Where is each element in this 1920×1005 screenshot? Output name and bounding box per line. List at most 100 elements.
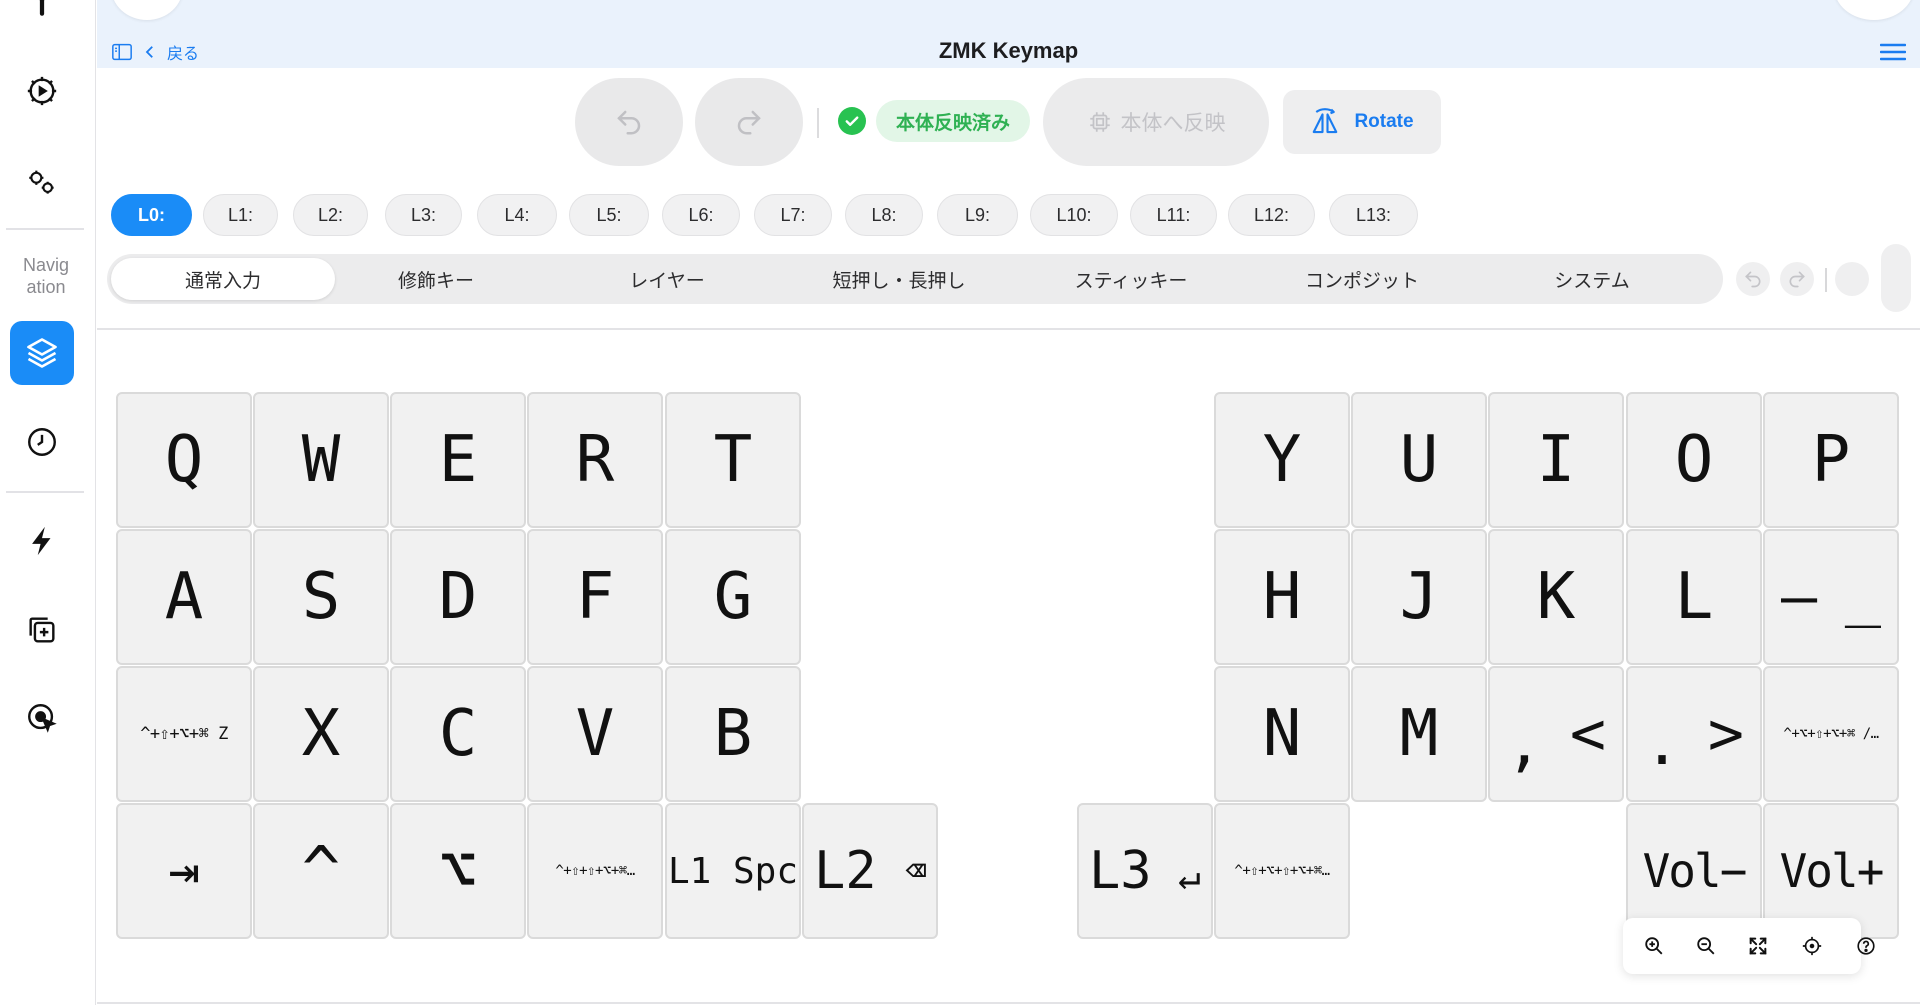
key-t[interactable]: T <box>665 392 801 528</box>
layer-tab-l12[interactable]: L12: <box>1228 194 1315 236</box>
layer-tab-l8[interactable]: L8: <box>845 194 923 236</box>
category-tab-3[interactable]: 短押し・長押し <box>788 258 1010 300</box>
menu-icon[interactable] <box>1880 42 1906 62</box>
key-k[interactable]: K <box>1488 529 1624 665</box>
key-minus[interactable]: – _ <box>1763 529 1899 665</box>
key-alt[interactable]: ⌥ <box>390 803 526 939</box>
gear-play-icon[interactable] <box>14 63 70 119</box>
mini-redo-button[interactable] <box>1780 262 1814 296</box>
layer-tab-l0[interactable]: L0: <box>111 194 192 236</box>
category-tab-1[interactable]: 修飾キー <box>325 258 547 300</box>
layer-tab-l3[interactable]: L3: <box>385 194 462 236</box>
help-icon[interactable] <box>1852 932 1880 960</box>
synced-badge: 本体反映済み <box>876 100 1031 142</box>
key-e[interactable]: E <box>390 392 526 528</box>
bottom-divider <box>97 1002 1920 1004</box>
mini-undo-button[interactable] <box>1736 262 1770 296</box>
category-tab-6[interactable]: システム <box>1481 258 1703 300</box>
mini-option-button[interactable] <box>1835 262 1869 296</box>
recenter-icon[interactable] <box>1798 932 1826 960</box>
key-q[interactable]: Q <box>116 392 252 528</box>
key-v[interactable]: V <box>527 666 663 802</box>
toolbar-divider <box>1825 268 1827 292</box>
gears-icon[interactable] <box>14 154 70 210</box>
key-l2-backspace[interactable]: L2 ⌫ <box>802 803 938 939</box>
key-j[interactable]: J <box>1351 529 1487 665</box>
top-right-control[interactable] <box>1834 0 1914 20</box>
top-left-control[interactable] <box>111 0 183 20</box>
key-tab[interactable]: ⇥ <box>116 803 252 939</box>
key-z-hyper[interactable]: ^+⇧+⌥+⌘ Z <box>116 666 252 802</box>
key-w[interactable]: W <box>253 392 389 528</box>
pin-icon[interactable] <box>14 0 70 36</box>
key-g[interactable]: G <box>665 529 801 665</box>
sidebar-divider <box>6 491 84 493</box>
zoom-in-icon[interactable] <box>1640 932 1668 960</box>
category-tabs: 通常入力 修飾キー レイヤー 短押し・長押し スティッキー コンポジット システム <box>107 254 1723 304</box>
add-layer-icon[interactable] <box>14 602 70 658</box>
apply-to-device-button[interactable]: 本体へ反映 <box>1043 78 1269 166</box>
sidebar: Navig ation <box>0 0 96 1005</box>
category-tab-0[interactable]: 通常入力 <box>111 258 335 300</box>
key-comma-primary: , <box>1506 709 1543 779</box>
clock-icon[interactable] <box>14 414 70 470</box>
layer-tab-l4[interactable]: L4: <box>477 194 557 236</box>
key-h[interactable]: H <box>1214 529 1350 665</box>
layer-tab-l6[interactable]: L6: <box>662 194 740 236</box>
key-c[interactable]: C <box>390 666 526 802</box>
layer-tab-l11[interactable]: L11: <box>1130 194 1217 236</box>
key-d[interactable]: D <box>390 529 526 665</box>
layers-icon <box>27 338 57 368</box>
key-o[interactable]: O <box>1626 392 1762 528</box>
key-l3-enter[interactable]: L3 ↵ <box>1077 803 1213 939</box>
key-l1-space[interactable]: L1 Spc <box>665 803 801 939</box>
redo-icon <box>737 110 761 135</box>
key-minus-shifted: _ <box>1844 559 1881 629</box>
layer-tab-l1[interactable]: L1: <box>203 194 278 236</box>
key-l[interactable]: L <box>1626 529 1762 665</box>
rotate-label: Rotate <box>1354 111 1414 132</box>
layers-nav-button[interactable] <box>10 321 74 385</box>
zoom-out-icon[interactable] <box>1692 932 1720 960</box>
mini-side-handle[interactable] <box>1881 244 1911 312</box>
layer-tab-l7[interactable]: L7: <box>754 194 832 236</box>
layer-tab-l9[interactable]: L9: <box>937 194 1018 236</box>
key-i[interactable]: I <box>1488 392 1624 528</box>
fit-icon[interactable] <box>1744 932 1772 960</box>
key-slash-hyper[interactable]: ^+⌥+⇧+⌥+⌘ /… <box>1763 666 1899 802</box>
layer-tab-l5[interactable]: L5: <box>569 194 649 236</box>
key-a[interactable]: A <box>116 529 252 665</box>
cursor-target-icon[interactable] <box>14 690 70 746</box>
rotate-icon <box>1313 108 1338 134</box>
key-period[interactable]: . > <box>1626 666 1762 802</box>
rotate-button[interactable]: Rotate <box>1283 90 1441 154</box>
key-b[interactable]: B <box>665 666 801 802</box>
key-x[interactable]: X <box>253 666 389 802</box>
key-hyper-right[interactable]: ^+⇧+⌥+⇧+⌥+⌘… <box>1214 803 1350 939</box>
undo-button[interactable] <box>575 78 683 166</box>
key-l2-label: L2 <box>814 841 877 901</box>
redo-button[interactable] <box>695 78 803 166</box>
key-y[interactable]: Y <box>1214 392 1350 528</box>
category-tab-5[interactable]: コンポジット <box>1251 258 1473 300</box>
zoom-toolbar <box>1623 918 1875 974</box>
key-r[interactable]: R <box>527 392 663 528</box>
key-l3-label: L3 <box>1089 841 1152 901</box>
key-p[interactable]: P <box>1763 392 1899 528</box>
layer-tab-l10[interactable]: L10: <box>1030 194 1118 236</box>
key-u[interactable]: U <box>1351 392 1487 528</box>
toolbar-divider <box>817 108 819 138</box>
layer-tab-l2[interactable]: L2: <box>293 194 368 236</box>
key-s[interactable]: S <box>253 529 389 665</box>
bolt-icon[interactable] <box>14 513 70 569</box>
key-m[interactable]: M <box>1351 666 1487 802</box>
key-n[interactable]: N <box>1214 666 1350 802</box>
layer-tab-l13[interactable]: L13: <box>1329 194 1418 236</box>
key-f[interactable]: F <box>527 529 663 665</box>
category-tab-2[interactable]: レイヤー <box>556 258 778 300</box>
category-tab-4[interactable]: スティッキー <box>1020 258 1242 300</box>
key-comma[interactable]: , < <box>1488 666 1624 802</box>
check-circle-icon <box>838 107 866 135</box>
key-ctrl[interactable]: ^ <box>253 803 389 939</box>
key-hyper-left[interactable]: ^+⇧+⇧+⌥+⌘… <box>527 803 663 939</box>
